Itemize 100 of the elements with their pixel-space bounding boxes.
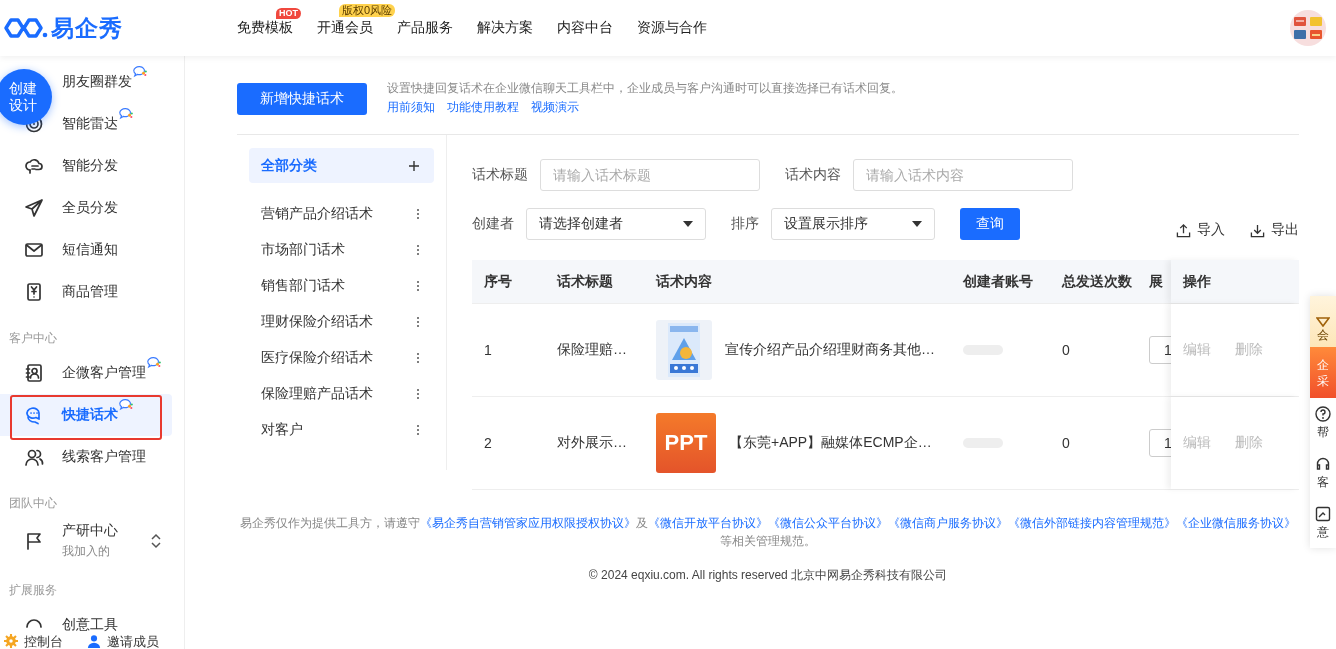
- table-cell-text: 保险理赔…: [556, 340, 628, 359]
- toolbar-button[interactable]: 导出: [1250, 221, 1299, 239]
- more-vertical-icon: [416, 352, 420, 364]
- mail-icon: [24, 240, 44, 260]
- sidebar-item[interactable]: 线索客户管理: [62, 448, 146, 466]
- field-label: 排序: [731, 215, 759, 233]
- add-script-button[interactable]: 新增快捷话术: [237, 83, 367, 115]
- plus-icon: [408, 159, 420, 172]
- ppt-file-icon: PPT: [656, 413, 716, 473]
- section-title: 团队中心: [8, 495, 58, 512]
- sidebar-item[interactable]: 创意工具: [62, 616, 118, 633]
- nav-link[interactable]: 资源与合作: [637, 19, 707, 37]
- share-cloud-icon: [24, 156, 44, 176]
- nav-badge: HOT: [276, 8, 301, 19]
- dropdown-field[interactable]: 请选择创建者: [526, 208, 706, 240]
- logo-icon: [4, 16, 48, 40]
- category-item[interactable]: 对客户: [249, 412, 434, 448]
- nav-link[interactable]: 解决方案: [477, 19, 533, 37]
- nav-link[interactable]: 开通会员: [317, 19, 373, 37]
- diamond-icon: [1316, 317, 1330, 327]
- agreement-link[interactable]: 《微信开放平台协议》: [648, 516, 768, 530]
- category-item[interactable]: 理财保险介绍话术: [249, 304, 434, 340]
- help-link[interactable]: 视频演示: [531, 98, 579, 117]
- nav-link[interactable]: 内容中台: [557, 19, 613, 37]
- more-vertical-icon: [416, 424, 420, 436]
- users-icon: [24, 447, 44, 467]
- float-button[interactable]: 客: [1310, 448, 1336, 498]
- headset-icon: [1315, 456, 1331, 472]
- table-cell-text: 0: [1061, 434, 1071, 453]
- field-label: 创建者: [472, 215, 514, 233]
- category-item[interactable]: 全部分类: [249, 148, 434, 183]
- footer-text: 等相关管理规范。: [719, 533, 817, 550]
- sidebar-item[interactable]: 智能雷达: [62, 115, 118, 133]
- category-item[interactable]: 保险理赔产品话术: [249, 376, 434, 412]
- category-item[interactable]: 销售部门话术: [249, 268, 434, 304]
- sidebar-item[interactable]: 短信通知: [62, 241, 118, 259]
- sidebar-item[interactable]: 全员分发: [62, 199, 118, 217]
- action-link: 删除: [1235, 341, 1263, 359]
- float-button[interactable]: 帮: [1310, 398, 1336, 448]
- float-button[interactable]: 会: [1310, 296, 1336, 347]
- help-link[interactable]: 功能使用教程: [447, 98, 519, 117]
- section-title: 扩展服务: [8, 582, 58, 599]
- bottom-link[interactable]: 控制台: [4, 633, 63, 649]
- table-cell-text: 0: [1061, 341, 1071, 360]
- description-text: 设置快捷回复话术在企业微信聊天工具栏中，企业成员与客户沟通时可以直接选择已有话术回复。: [387, 80, 903, 97]
- nav-link[interactable]: 产品服务: [397, 19, 453, 37]
- phone-price-icon: [24, 282, 44, 302]
- logo-text[interactable]: 易企秀: [51, 12, 123, 44]
- action-link: 删除: [1235, 434, 1263, 452]
- field-label: 话术标题: [472, 166, 528, 184]
- create-design-button[interactable]: 创建 设计: [0, 69, 52, 125]
- float-button[interactable]: 意: [1310, 498, 1336, 548]
- field-label: 话术内容: [785, 166, 841, 184]
- column-header: 创建者账号: [962, 271, 1034, 291]
- more-vertical-icon: [416, 244, 420, 256]
- footer-notice: 易企秀仅作为提供工具方，请遵守《易企秀自营销管家应用权限授权协议》及《微信开放平台协议》《微信公众平台协议》《微信商户服务协议》《微信外部链接内容管理规范》《企业微信服务协议》: [239, 515, 1297, 532]
- agreement-link[interactable]: 《微信外部链接内容管理规范》: [1008, 516, 1176, 530]
- column-header: 话术标题: [556, 271, 614, 291]
- toolbar-button[interactable]: 导入: [1176, 221, 1225, 239]
- sidebar-item[interactable]: 朋友圈群发: [62, 73, 132, 91]
- contact-card-icon: [24, 363, 44, 383]
- input-field[interactable]: 请输入话术内容: [853, 159, 1073, 191]
- category-item[interactable]: 医疗保险介绍话术: [249, 340, 434, 376]
- help-link[interactable]: 用前须知: [387, 98, 435, 117]
- agreement-link[interactable]: 《微信商户服务协议》: [888, 516, 1008, 530]
- nav-badge: 版权0风险: [339, 4, 396, 17]
- flag-icon: [24, 531, 44, 551]
- table-cell-text: 2: [483, 434, 493, 453]
- column-header: 总发送次数: [1060, 271, 1133, 291]
- section-title: 客户中心: [8, 330, 58, 347]
- paper-plane-icon: [24, 198, 44, 218]
- more-vertical-icon: [416, 316, 420, 328]
- dropdown-field[interactable]: 设置展示排序: [771, 208, 935, 240]
- question-icon: [1315, 406, 1331, 422]
- agreement-link[interactable]: 《企业微信服务协议》: [1176, 516, 1296, 530]
- category-item[interactable]: 市场部门话术: [249, 232, 434, 268]
- more-vertical-icon: [416, 388, 420, 400]
- agreement-link[interactable]: 《微信公众平台协议》: [768, 516, 888, 530]
- caret-down-icon: [683, 221, 693, 227]
- category-item[interactable]: 营销产品介绍话术: [249, 196, 434, 232]
- input-field[interactable]: 请输入话术标题: [540, 159, 760, 191]
- bottom-link[interactable]: 邀请成员: [87, 633, 159, 649]
- more-vertical-icon: [416, 208, 420, 220]
- column-header: 话术内容: [655, 271, 713, 291]
- column-header: 序号: [483, 271, 513, 291]
- download-icon: [1250, 222, 1265, 238]
- agreement-link[interactable]: 《易企秀自营销管家应用权限授权协议》: [420, 516, 636, 530]
- query-button[interactable]: 查询: [960, 208, 1020, 240]
- table-cell-text: 对外展示…: [556, 433, 628, 452]
- nav-link[interactable]: 免费模板: [237, 19, 293, 37]
- column-header: 展: [1149, 271, 1164, 291]
- copyright-text: © 2024 eqxiu.com. All rights reserved 北京中网易企秀科技有限公司: [587, 567, 949, 584]
- edit-box-icon: [1315, 506, 1331, 522]
- action-link: 编辑: [1183, 341, 1211, 359]
- sidebar-item[interactable]: 产研中心: [62, 522, 118, 540]
- sidebar-item[interactable]: 智能分发: [62, 157, 118, 175]
- table-cell-text: 1: [483, 341, 493, 360]
- sidebar-item[interactable]: 企微客户管理: [62, 364, 146, 382]
- person-icon: [87, 634, 101, 648]
- sidebar-item[interactable]: 商品管理: [62, 283, 118, 301]
